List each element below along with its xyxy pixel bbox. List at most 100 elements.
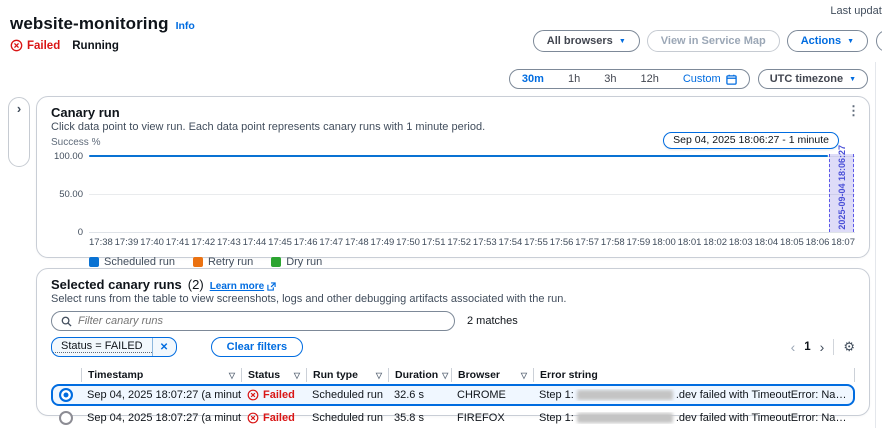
next-page-icon[interactable]: › xyxy=(820,339,825,355)
time-range-custom[interactable]: Custom xyxy=(671,73,749,85)
x-axis-labels: 17:3817:3917:4017:4117:4217:4317:4417:45… xyxy=(89,237,855,248)
x-tick-label: 17:55 xyxy=(524,237,548,248)
col-run-type[interactable]: Run type ▽ xyxy=(306,368,388,382)
time-range-3h[interactable]: 3h xyxy=(592,73,628,85)
row-timestamp: Sep 04, 2025 18:07:27 (a minute ago) xyxy=(81,389,241,401)
x-tick-label: 17:47 xyxy=(319,237,343,248)
info-link[interactable]: Info xyxy=(176,20,195,32)
gridline-0 xyxy=(89,232,855,233)
filter-icon[interactable]: ▽ xyxy=(376,371,382,380)
x-tick-label: 18:05 xyxy=(780,237,804,248)
scheduled-run-series-line[interactable] xyxy=(89,155,828,157)
x-tick-label: 17:48 xyxy=(345,237,369,248)
table-row[interactable]: Sep 04, 2025 18:07:27 (a minute ago) Fai… xyxy=(51,384,855,406)
all-browsers-label: All browsers xyxy=(547,35,613,47)
canary-run-title: Canary run xyxy=(51,105,855,120)
filter-icon[interactable]: ▽ xyxy=(294,371,300,380)
error-suffix: .dev failed with TimeoutError: Navigatio… xyxy=(676,412,849,424)
row-radio[interactable] xyxy=(59,411,73,425)
timezone-dropdown[interactable]: UTC timezone ▼ xyxy=(758,69,868,89)
view-in-service-map-button[interactable]: View in Service Map xyxy=(647,30,780,52)
chart-legend: Scheduled run Retry run Dry run xyxy=(89,256,855,268)
panel-menu-icon[interactable]: ⋮ xyxy=(847,103,860,119)
x-tick-label: 17:57 xyxy=(575,237,599,248)
col-error-string[interactable]: Error string xyxy=(533,368,855,382)
page-number[interactable]: 1 xyxy=(804,341,810,353)
x-tick-label: 18:06 xyxy=(806,237,830,248)
legend-swatch xyxy=(193,257,203,267)
page: website-monitoring Info Failed Running L… xyxy=(0,0,882,428)
legend-swatch xyxy=(89,257,99,267)
redacted-url xyxy=(577,390,673,400)
chart-tooltip: Sep 04, 2025 18:06:27 - 1 minute xyxy=(663,132,839,149)
legend-swatch xyxy=(271,257,281,267)
failed-label: Failed xyxy=(27,40,60,52)
clear-filters-button[interactable]: Clear filters xyxy=(211,337,304,357)
row-run-type: Scheduled run xyxy=(306,412,388,424)
page-header: website-monitoring Info Failed Running xyxy=(10,14,195,52)
filter-canary-runs-input[interactable] xyxy=(78,315,445,327)
legend-label: Scheduled run xyxy=(104,256,175,268)
filter-icon[interactable]: ▽ xyxy=(521,371,527,380)
scroll-gutter xyxy=(875,62,876,428)
selected-runs-panel: Selected canary runs (2) Learn more Sele… xyxy=(36,268,870,416)
all-browsers-dropdown[interactable]: All browsers ▼ xyxy=(533,30,640,52)
row-status-label: Failed xyxy=(263,412,295,424)
caret-down-icon: ▼ xyxy=(849,76,856,83)
match-count: 2 matches xyxy=(467,315,518,327)
x-tick-label: 17:56 xyxy=(550,237,574,248)
chevron-right-icon: › xyxy=(9,101,29,116)
timezone-label: UTC timezone xyxy=(770,73,843,85)
time-range-1h[interactable]: 1h xyxy=(556,73,592,85)
row-error-string: Step 1: .dev failed with TimeoutError: N… xyxy=(533,412,855,424)
col-duration-label: Duration xyxy=(395,369,438,381)
selected-time-band[interactable]: 2025-09-04 18:06:27 xyxy=(829,154,854,232)
side-panel-toggle[interactable]: › xyxy=(8,97,30,167)
table-settings-gear-icon[interactable]: ⚙ xyxy=(843,339,855,355)
row-error-string: Step 1: .dev failed with TimeoutError: N… xyxy=(533,389,855,401)
actions-dropdown[interactable]: Actions ▼ xyxy=(787,30,868,52)
x-tick-label: 17:49 xyxy=(371,237,395,248)
error-prefix: Step 1: xyxy=(539,389,574,401)
col-duration[interactable]: Duration ▽ xyxy=(388,368,451,382)
table-row[interactable]: Sep 04, 2025 18:07:27 (a minute ago) Fai… xyxy=(51,407,855,428)
error-suffix: .dev failed with TimeoutError: Navigatio… xyxy=(676,389,849,401)
canary-run-panel: ⋮ Canary run Click data point to view ru… xyxy=(36,96,870,258)
legend-label: Retry run xyxy=(208,256,253,268)
gridline-50 xyxy=(89,194,855,195)
filter-icon[interactable]: ▽ xyxy=(229,371,235,380)
failed-icon xyxy=(10,39,23,52)
col-timestamp[interactable]: Timestamp ▽ xyxy=(81,368,241,382)
filter-icon[interactable]: ▽ xyxy=(442,371,448,380)
legend-item[interactable]: Dry run xyxy=(271,256,322,268)
col-browser-label: Browser xyxy=(458,369,500,381)
x-tick-label: 17:58 xyxy=(601,237,625,248)
col-browser[interactable]: Browser ▽ xyxy=(451,368,533,382)
clipped-button[interactable] xyxy=(876,30,882,52)
success-rate-chart[interactable]: 100.00 50.00 0 2025-09-04 18:06:27 Sep 0… xyxy=(89,156,855,232)
legend-item[interactable]: Scheduled run xyxy=(89,256,175,268)
row-status: Failed xyxy=(241,389,306,401)
x-tick-label: 17:53 xyxy=(473,237,497,248)
row-radio-selected[interactable] xyxy=(59,388,73,402)
x-tick-label: 17:38 xyxy=(89,237,113,248)
selected-time-band-label: 2025-09-04 18:06:27 xyxy=(837,143,847,232)
time-range-30m[interactable]: 30m xyxy=(510,73,556,85)
time-range-bar: 30m 1h 3h 12h Custom UTC timezone ▼ xyxy=(509,69,868,89)
x-tick-label: 18:00 xyxy=(652,237,676,248)
pager-divider xyxy=(833,339,834,355)
legend-item[interactable]: Retry run xyxy=(193,256,253,268)
failed-icon xyxy=(247,389,259,401)
col-status[interactable]: Status ▽ xyxy=(241,368,306,382)
time-range-12h[interactable]: 12h xyxy=(628,73,670,85)
selected-runs-subtitle: Select runs from the table to view scree… xyxy=(51,293,855,305)
filter-token-label[interactable]: Status = FAILED xyxy=(52,340,152,353)
table-header-row: Timestamp ▽ Status ▽ Run type ▽ Duration… xyxy=(51,366,855,384)
search-icon xyxy=(61,316,72,327)
remove-filter-icon[interactable]: ✕ xyxy=(152,338,176,356)
caret-down-icon: ▼ xyxy=(619,38,626,45)
selected-runs-count: (2) xyxy=(188,277,204,292)
learn-more-link[interactable]: Learn more xyxy=(210,281,276,292)
filter-token-status-failed: Status = FAILED ✕ xyxy=(51,337,177,357)
prev-page-icon[interactable]: ‹ xyxy=(791,339,796,355)
